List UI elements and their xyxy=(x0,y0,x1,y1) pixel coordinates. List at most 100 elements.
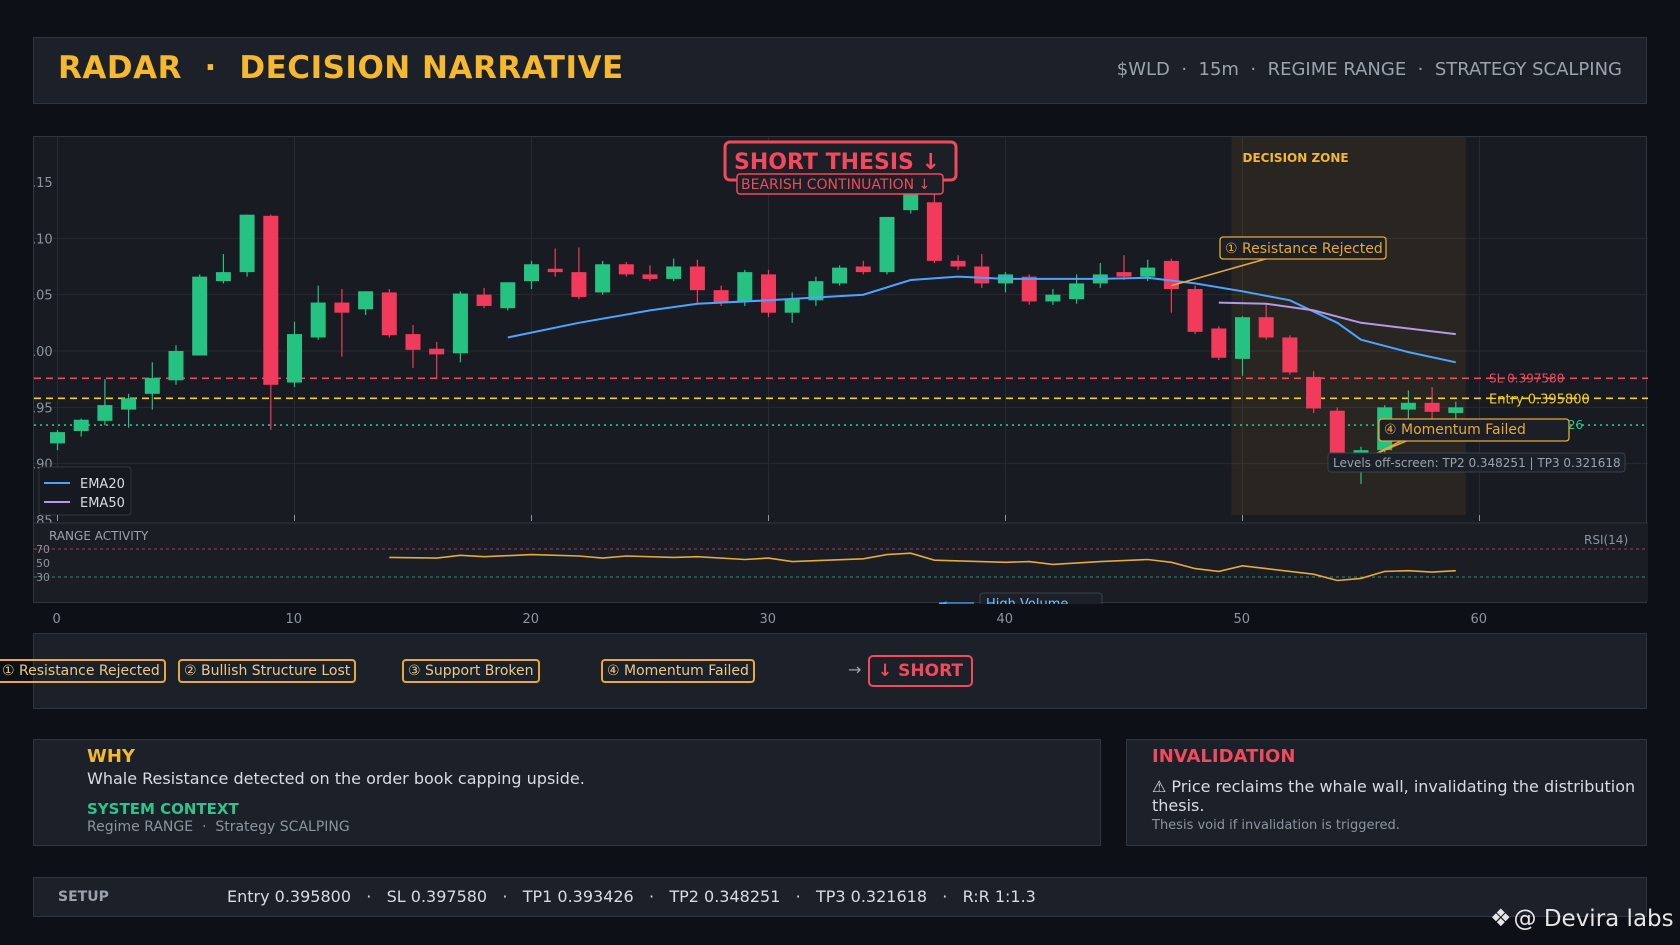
invalidation-heading: INVALIDATION xyxy=(1152,746,1296,767)
annotation-momentum-failed: ④ Momentum Failed xyxy=(1384,422,1526,438)
system-context-heading: SYSTEM CONTEXT xyxy=(87,800,239,818)
volume-arrow-head: ◄ xyxy=(938,597,947,604)
candle-body xyxy=(500,282,516,309)
candle-body xyxy=(310,302,326,338)
candle-body xyxy=(1116,272,1132,277)
legend-label-ema50: EMA50 xyxy=(80,496,125,511)
sl-level-label: SL 0.397580 xyxy=(1489,371,1564,385)
x-tick-label: 40 xyxy=(996,612,1014,627)
thesis-subtitle: BEARISH CONTINUATION ↓ xyxy=(741,177,930,193)
candle-body xyxy=(263,215,279,385)
candle-body xyxy=(1187,289,1203,332)
flow-step-resistance-rejected: ① Resistance Rejected xyxy=(0,659,166,683)
rsi-panel: RANGE ACTIVITY RSI(14) 705030 ◄ High Volume xyxy=(34,522,1648,604)
y-tick-label: .05 xyxy=(34,289,53,304)
x-tick-label: 20 xyxy=(522,612,540,627)
system-context-text: Regime RANGE · Strategy SCALPING xyxy=(87,819,350,835)
candle-body xyxy=(879,216,895,273)
candle-body xyxy=(1306,376,1322,409)
offscreen-note: Levels off-screen: TP2 0.348251 | TP3 0.… xyxy=(1333,456,1621,470)
candle-body xyxy=(689,266,705,291)
candle-body xyxy=(429,348,445,355)
candle-body xyxy=(73,419,89,431)
flow-arrow: → xyxy=(848,660,862,679)
why-panel: WHY Whale Resistance detected on the ord… xyxy=(33,739,1101,846)
y-tick-label: .00 xyxy=(34,345,53,360)
invalidation-text: ⚠ Price reclaims the whale wall, invalid… xyxy=(1152,777,1636,815)
candle-body xyxy=(192,276,208,356)
candle-body xyxy=(1235,317,1250,359)
y-tick-label: .95 xyxy=(34,401,53,416)
candle-body xyxy=(974,266,990,284)
candle-body xyxy=(1045,294,1061,302)
short-signal-badge: ↓ SHORT xyxy=(868,655,974,687)
candle-body xyxy=(334,302,350,313)
candle-body xyxy=(1258,317,1274,338)
rsi-label: RSI(14) xyxy=(1584,533,1628,547)
candle-body xyxy=(713,290,729,303)
header-bar: RADAR · DECISION NARRATIVE $WLD · 15m · … xyxy=(33,37,1647,104)
price-chart: DECISION ZONE .15.10.05.00.95.90.85 SL 0… xyxy=(34,137,1648,604)
candle-body xyxy=(1400,402,1416,410)
x-tick-label: 30 xyxy=(759,612,777,627)
candle-body xyxy=(121,398,137,410)
rsi-tick-label: 30 xyxy=(36,571,50,584)
invalidation-panel: INVALIDATION ⚠ Price reclaims the whale … xyxy=(1126,739,1647,846)
candle-body xyxy=(666,266,682,279)
annotation-resistance-rejected: ① Resistance Rejected xyxy=(1225,241,1383,257)
candle-body xyxy=(784,299,800,313)
flow-step-support-broken: ③ Support Broken xyxy=(402,659,540,683)
why-heading: WHY xyxy=(87,746,135,767)
candle-body xyxy=(287,334,302,383)
rsi-panel-title: RANGE ACTIVITY xyxy=(49,529,149,543)
candle-body xyxy=(50,432,65,444)
candle-body xyxy=(168,351,184,381)
setup-label: SETUP xyxy=(58,889,109,905)
rsi-tick-label: 50 xyxy=(36,557,50,570)
candle-body xyxy=(903,193,919,211)
candle-body xyxy=(1424,402,1440,412)
candle-body xyxy=(642,274,658,279)
candle-body xyxy=(547,268,563,273)
annotations: SHORT THESIS ↓ BEARISH CONTINUATION ↓ ① Re… xyxy=(723,140,1626,473)
thesis-title: SHORT THESIS ↓ xyxy=(734,150,940,175)
why-text: Whale Resistance detected on the order b… xyxy=(87,769,585,788)
candle-body xyxy=(855,266,871,273)
decision-zone-label: DECISION ZONE xyxy=(1243,151,1349,165)
candle-body xyxy=(618,264,634,275)
flow-step-bullish-structure-lost: ② Bullish Structure Lost xyxy=(178,659,357,683)
candle-body xyxy=(358,291,374,310)
x-tick-label: 50 xyxy=(1233,612,1251,627)
candle-body xyxy=(215,272,231,282)
candle-body xyxy=(1140,267,1156,277)
candle-body xyxy=(737,272,753,302)
volume-note: High Volume xyxy=(986,597,1068,604)
candle-body xyxy=(97,405,113,421)
candle-body xyxy=(832,267,848,284)
x-tick-label: 10 xyxy=(285,612,303,627)
invalidation-note: Thesis void if invalidation is triggered… xyxy=(1152,818,1400,833)
candle-body xyxy=(950,260,966,267)
candle-body xyxy=(1329,410,1345,459)
candle-body xyxy=(1069,283,1085,300)
candle-body xyxy=(761,274,776,313)
legend-label-ema20: EMA20 xyxy=(80,477,125,492)
rsi-tick-label: 70 xyxy=(36,543,50,556)
candle-body xyxy=(571,272,587,297)
candle-body xyxy=(144,378,160,394)
candle-body xyxy=(926,202,942,261)
x-tick-label: 0 xyxy=(52,612,61,627)
candle-body xyxy=(381,292,397,336)
chart-panel: DECISION ZONE .15.10.05.00.95.90.85 SL 0… xyxy=(33,136,1648,604)
candle-body xyxy=(405,334,421,350)
candle-body xyxy=(1448,407,1464,413)
candle-body xyxy=(476,294,492,306)
diamond-logo-icon: ❖ xyxy=(1490,904,1512,932)
entry-level-label: Entry 0.395800 xyxy=(1489,392,1590,407)
candle-body xyxy=(452,293,468,354)
candle-body xyxy=(239,214,255,273)
y-tick-label: .15 xyxy=(34,176,53,191)
setup-levels: Entry 0.395800 · SL 0.397580 · TP1 0.393… xyxy=(227,887,1036,906)
watermark: ❖@ Devira labs xyxy=(1490,904,1674,932)
page-title: RADAR · DECISION NARRATIVE xyxy=(58,50,624,86)
